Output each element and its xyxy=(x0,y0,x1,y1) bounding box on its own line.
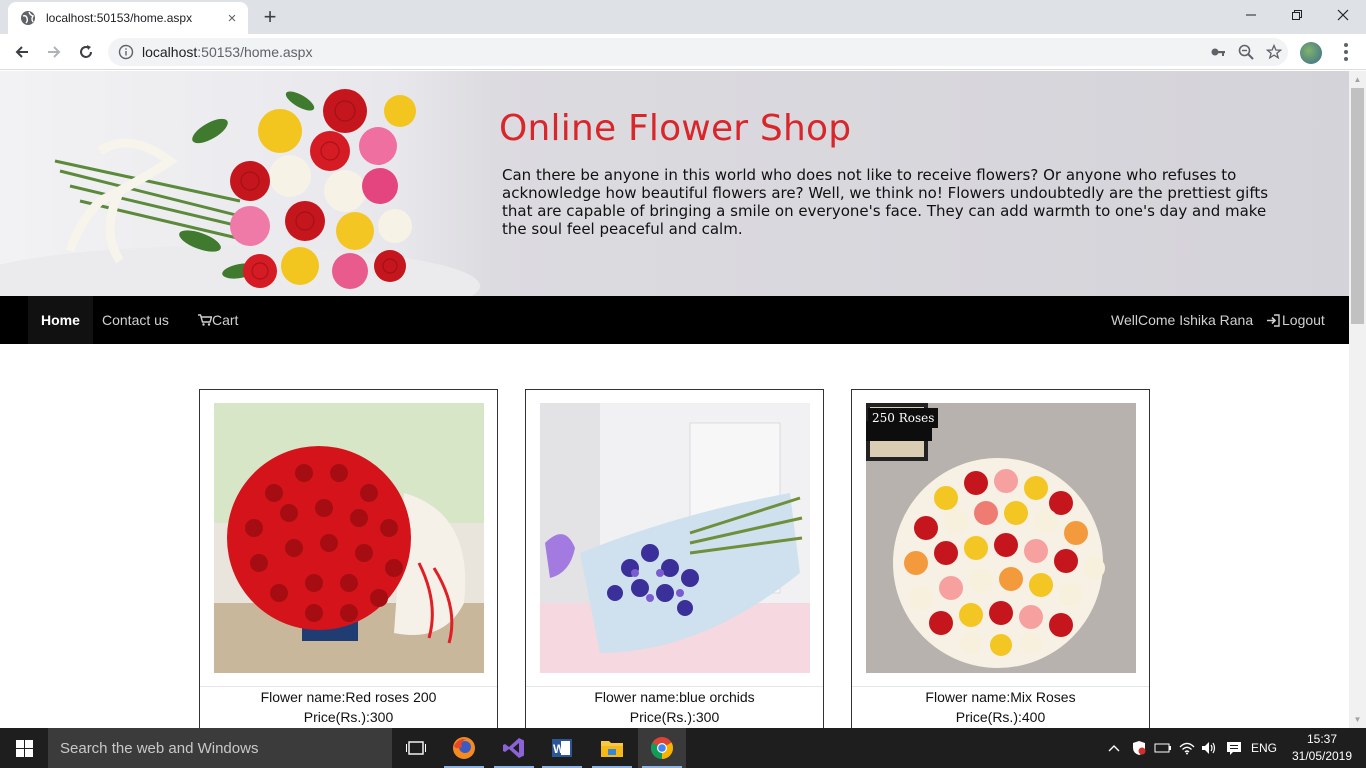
product-name: Flower name:Red roses 200 xyxy=(260,689,437,705)
wifi-icon[interactable] xyxy=(1176,728,1198,768)
tab-title: localhost:50153/home.aspx xyxy=(46,11,193,25)
forward-arrow-icon[interactable] xyxy=(40,38,68,66)
windows-taskbar: Search the web and Windows W ENG 15:37 3… xyxy=(0,728,1366,768)
nav-contact-us[interactable]: Contact us xyxy=(102,296,169,344)
browser-tab-bar: localhost:50153/home.aspx × + xyxy=(0,0,1366,34)
language-indicator[interactable]: ENG xyxy=(1248,728,1280,768)
nav-logout[interactable]: Logout xyxy=(1266,296,1325,344)
product-price: Price(Rs.):300 xyxy=(303,709,394,725)
logout-icon xyxy=(1266,313,1280,327)
profile-avatar[interactable] xyxy=(1300,42,1322,64)
volume-icon[interactable] xyxy=(1198,728,1220,768)
restore-icon[interactable] xyxy=(1274,0,1320,30)
product-name: Flower name:blue orchids xyxy=(594,689,755,705)
shop-description: Can there be anyone in this world who do… xyxy=(502,166,1269,238)
welcome-label: WellCome Ishika Rana xyxy=(1111,312,1254,328)
bookmark-star-icon[interactable] xyxy=(1260,38,1288,66)
nav-home[interactable]: Home xyxy=(28,296,93,344)
firefox-icon[interactable] xyxy=(440,728,488,768)
browser-toolbar: localhost:50153/home.aspx xyxy=(0,34,1366,70)
site-navbar: Home Contact us Cart WellCome Ishika Ran… xyxy=(0,296,1349,344)
nav-logout-label: Logout xyxy=(1282,312,1325,328)
more-menu-icon[interactable] xyxy=(1334,40,1358,64)
product-name: Flower name:Mix Roses xyxy=(925,689,1076,705)
blue-orchids-image xyxy=(540,403,810,673)
clock-time: 15:37 xyxy=(1306,732,1338,746)
header-banner: Online Flower Shop Can there be anyone i… xyxy=(0,71,1349,296)
nav-contact-label: Contact us xyxy=(102,312,169,328)
language-label: ENG xyxy=(1250,741,1277,755)
product-card[interactable]: Flower name:blue orchids Price(Rs.):300 xyxy=(525,389,824,728)
scroll-down-arrow-icon[interactable]: ▼ xyxy=(1349,711,1366,728)
file-explorer-icon[interactable] xyxy=(588,728,636,768)
word-icon[interactable]: W xyxy=(538,728,586,768)
taskbar-search-placeholder: Search the web and Windows xyxy=(60,739,259,757)
cart-icon xyxy=(198,314,212,326)
task-view-icon[interactable] xyxy=(392,728,440,768)
windows-start-icon[interactable] xyxy=(0,728,48,768)
card-divider xyxy=(200,686,497,687)
roses-count-badge: 250 Roses xyxy=(868,408,939,428)
key-icon[interactable] xyxy=(1204,38,1232,66)
product-price: Price(Rs.):300 xyxy=(629,709,720,725)
scroll-up-arrow-icon[interactable]: ▲ xyxy=(1349,71,1366,88)
back-arrow-icon[interactable] xyxy=(8,38,36,66)
page-title: Online Flower Shop xyxy=(499,108,852,149)
globe-icon xyxy=(20,10,36,26)
url-host: localhost xyxy=(142,44,198,60)
close-tab-icon[interactable]: × xyxy=(222,8,242,28)
nav-cart[interactable]: Cart xyxy=(198,296,238,344)
notifications-icon[interactable] xyxy=(1222,728,1246,768)
url-text[interactable]: localhost:50153/home.aspx xyxy=(142,44,1204,60)
address-bar[interactable]: localhost:50153/home.aspx xyxy=(108,38,1288,66)
reload-icon[interactable] xyxy=(72,38,100,66)
chrome-icon[interactable] xyxy=(638,728,686,768)
minimize-icon[interactable] xyxy=(1228,0,1274,30)
visual-studio-icon[interactable] xyxy=(490,728,538,768)
mix-roses-image xyxy=(866,403,1136,673)
nav-home-label: Home xyxy=(41,312,80,328)
svg-text:W: W xyxy=(553,742,565,756)
taskbar-search-box[interactable]: Search the web and Windows xyxy=(48,728,392,768)
battery-icon[interactable] xyxy=(1152,728,1174,768)
tray-chevron-up-icon[interactable] xyxy=(1104,728,1124,768)
url-path: :50153/home.aspx xyxy=(197,44,313,60)
page-viewport: Online Flower Shop Can there be anyone i… xyxy=(0,71,1349,728)
close-window-icon[interactable] xyxy=(1320,0,1366,30)
flower-bouquet-image xyxy=(0,71,495,296)
welcome-user-text: WellCome Ishika Rana xyxy=(1111,296,1253,344)
card-divider xyxy=(526,686,823,687)
new-tab-button[interactable]: + xyxy=(258,4,282,29)
product-card[interactable]: 250 Roses Flower name:Mix Roses Price(Rs… xyxy=(851,389,1150,728)
product-card[interactable]: Flower name:Red roses 200 Price(Rs.):300 xyxy=(199,389,498,728)
site-info-icon[interactable] xyxy=(118,44,134,60)
red-roses-image xyxy=(214,403,484,673)
clock-date: 31/05/2019 xyxy=(1291,749,1353,763)
product-price: Price(Rs.):400 xyxy=(955,709,1046,725)
security-shield-icon[interactable] xyxy=(1128,728,1150,768)
zoom-icon[interactable] xyxy=(1232,38,1260,66)
taskbar-clock[interactable]: 15:37 31/05/2019 xyxy=(1284,731,1360,765)
browser-tab[interactable]: localhost:50153/home.aspx × xyxy=(8,2,248,34)
nav-cart-label: Cart xyxy=(212,312,239,328)
page-scrollbar[interactable]: ▲ ▼ xyxy=(1349,71,1366,728)
card-divider xyxy=(852,686,1149,687)
scrollbar-thumb[interactable] xyxy=(1351,88,1364,324)
